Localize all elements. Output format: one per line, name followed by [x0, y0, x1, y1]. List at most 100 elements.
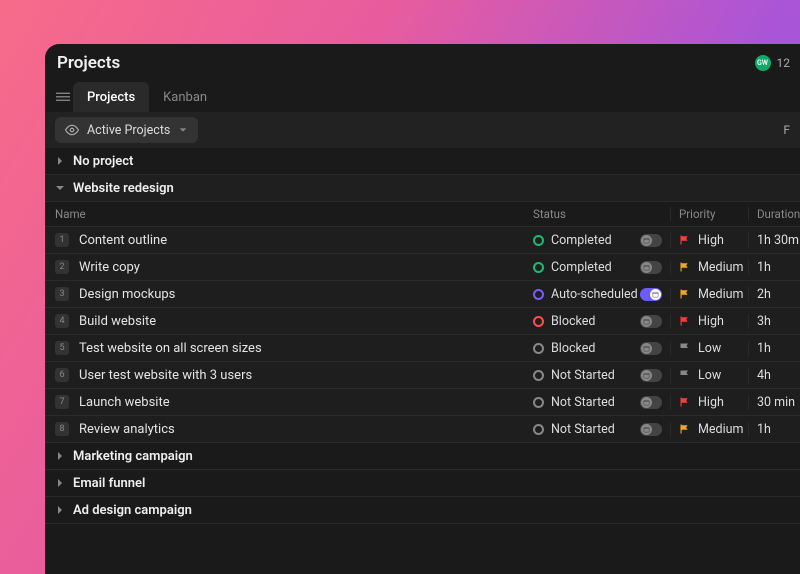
group-label: Ad design campaign: [73, 503, 192, 518]
chevron-right-icon: [55, 505, 73, 515]
group-row[interactable]: Website redesign: [45, 175, 800, 202]
chevron-down-icon: [55, 183, 73, 193]
flag-icon: [679, 261, 691, 273]
flag-icon: [679, 315, 691, 327]
chevron-down-icon: [178, 125, 188, 135]
status-label: Completed: [551, 233, 612, 248]
task-name: Review analytics: [79, 422, 175, 437]
group-row[interactable]: Marketing campaign: [45, 443, 800, 470]
auto-schedule-toggle[interactable]: [640, 342, 662, 355]
auto-schedule-toggle[interactable]: [640, 369, 662, 382]
auto-schedule-toggle[interactable]: [640, 234, 662, 247]
project-list: No project Website redesign NameStatusPrio…: [45, 148, 800, 524]
task-row[interactable]: 3 Design mockups Auto-scheduled Medium 2h: [45, 281, 800, 308]
task-name: Write copy: [79, 260, 140, 275]
status-icon: [533, 424, 544, 435]
task-name: Test website on all screen sizes: [79, 341, 262, 356]
auto-schedule-toggle[interactable]: [640, 423, 662, 436]
auto-schedule-toggle[interactable]: [640, 396, 662, 409]
group-label: No project: [73, 154, 133, 169]
task-number: 3: [55, 287, 69, 301]
task-name: User test website with 3 users: [79, 368, 252, 383]
auto-schedule-toggle[interactable]: [640, 288, 662, 301]
menu-icon[interactable]: [45, 90, 73, 104]
group-label: Marketing campaign: [73, 449, 193, 464]
duration-label: 1h 30m: [748, 233, 800, 248]
status-icon: [533, 397, 544, 408]
task-number: 5: [55, 341, 69, 355]
duration-label: 4h: [748, 368, 800, 383]
toolbar-right[interactable]: F: [783, 123, 790, 137]
status-icon: [533, 235, 544, 246]
task-row[interactable]: 7Launch websiteNot StartedHigh30 min: [45, 389, 800, 416]
task-row[interactable]: 1Content outlineCompletedHigh1h 30m: [45, 227, 800, 254]
col-status[interactable]: Status: [525, 207, 670, 221]
task-number: 4: [55, 314, 69, 328]
group-label: Email funnel: [73, 476, 145, 491]
task-number: 8: [55, 422, 69, 436]
task-number: 6: [55, 368, 69, 382]
duration-label: 1h: [748, 341, 800, 356]
group-row[interactable]: Ad design campaign: [45, 497, 800, 524]
task-name: Build website: [79, 314, 156, 329]
col-name[interactable]: Name: [45, 207, 525, 221]
tab-kanban[interactable]: Kanban: [149, 82, 221, 112]
chevron-right-icon: [55, 156, 73, 166]
task-name: Design mockups: [79, 287, 175, 302]
eye-icon: [65, 123, 79, 137]
status-label: Not Started: [551, 395, 615, 410]
priority-label: High: [698, 395, 724, 410]
status-icon: [533, 343, 544, 354]
task-number: 7: [55, 395, 69, 409]
task-row[interactable]: 5 Test website on all screen sizes Blocked…: [45, 335, 800, 362]
toolbar: Active Projects F: [45, 112, 800, 148]
status-label: Blocked: [551, 314, 595, 329]
task-name: Content outline: [79, 233, 167, 248]
status-icon: [533, 289, 544, 300]
app-window: Projects GW 12 ProjectsKanban Active Pro…: [45, 44, 800, 574]
page-title: Projects: [57, 53, 120, 73]
duration-label: 30 min: [748, 395, 800, 410]
status-icon: [533, 316, 544, 327]
status-label: Blocked: [551, 341, 595, 356]
flag-icon: [679, 288, 691, 300]
header-count: 12: [777, 56, 791, 70]
priority-label: Medium: [698, 260, 743, 275]
status-label: Completed: [551, 260, 612, 275]
col-duration[interactable]: Duration: [748, 207, 800, 221]
task-row[interactable]: 6 User test website with 3 users Not Start…: [45, 362, 800, 389]
col-priority[interactable]: Priority: [670, 207, 748, 221]
chevron-right-icon: [55, 478, 73, 488]
priority-label: High: [698, 233, 724, 248]
duration-label: 1h: [748, 422, 800, 437]
column-header-row: NameStatusPriorityDuration: [45, 202, 800, 227]
task-row[interactable]: 8Review analyticsNot StartedMedium1h: [45, 416, 800, 443]
group-row[interactable]: No project: [45, 148, 800, 175]
duration-label: 3h: [748, 314, 800, 329]
priority-label: High: [698, 314, 724, 329]
group-label: Website redesign: [73, 181, 174, 196]
status-icon: [533, 262, 544, 273]
auto-schedule-toggle[interactable]: [640, 261, 662, 274]
task-row[interactable]: 2Write copyCompletedMedium1h: [45, 254, 800, 281]
tab-projects[interactable]: Projects: [73, 82, 149, 112]
flag-icon: [679, 234, 691, 246]
status-label: Auto-scheduled: [551, 287, 638, 302]
chevron-right-icon: [55, 451, 73, 461]
flag-icon: [679, 369, 691, 381]
duration-label: 2h: [748, 287, 800, 302]
task-number: 2: [55, 260, 69, 274]
group-row[interactable]: Email funnel: [45, 470, 800, 497]
flag-icon: [679, 342, 691, 354]
view-selector[interactable]: Active Projects: [55, 117, 198, 143]
status-label: Not Started: [551, 368, 615, 383]
status-icon: [533, 370, 544, 381]
flag-icon: [679, 396, 691, 408]
flag-icon: [679, 423, 691, 435]
auto-schedule-toggle[interactable]: [640, 315, 662, 328]
titlebar-right: GW 12: [755, 55, 791, 71]
view-label: Active Projects: [87, 123, 170, 138]
priority-label: Medium: [698, 287, 743, 302]
task-row[interactable]: 4 Build website Blocked High 3h: [45, 308, 800, 335]
avatar[interactable]: GW: [755, 55, 771, 71]
